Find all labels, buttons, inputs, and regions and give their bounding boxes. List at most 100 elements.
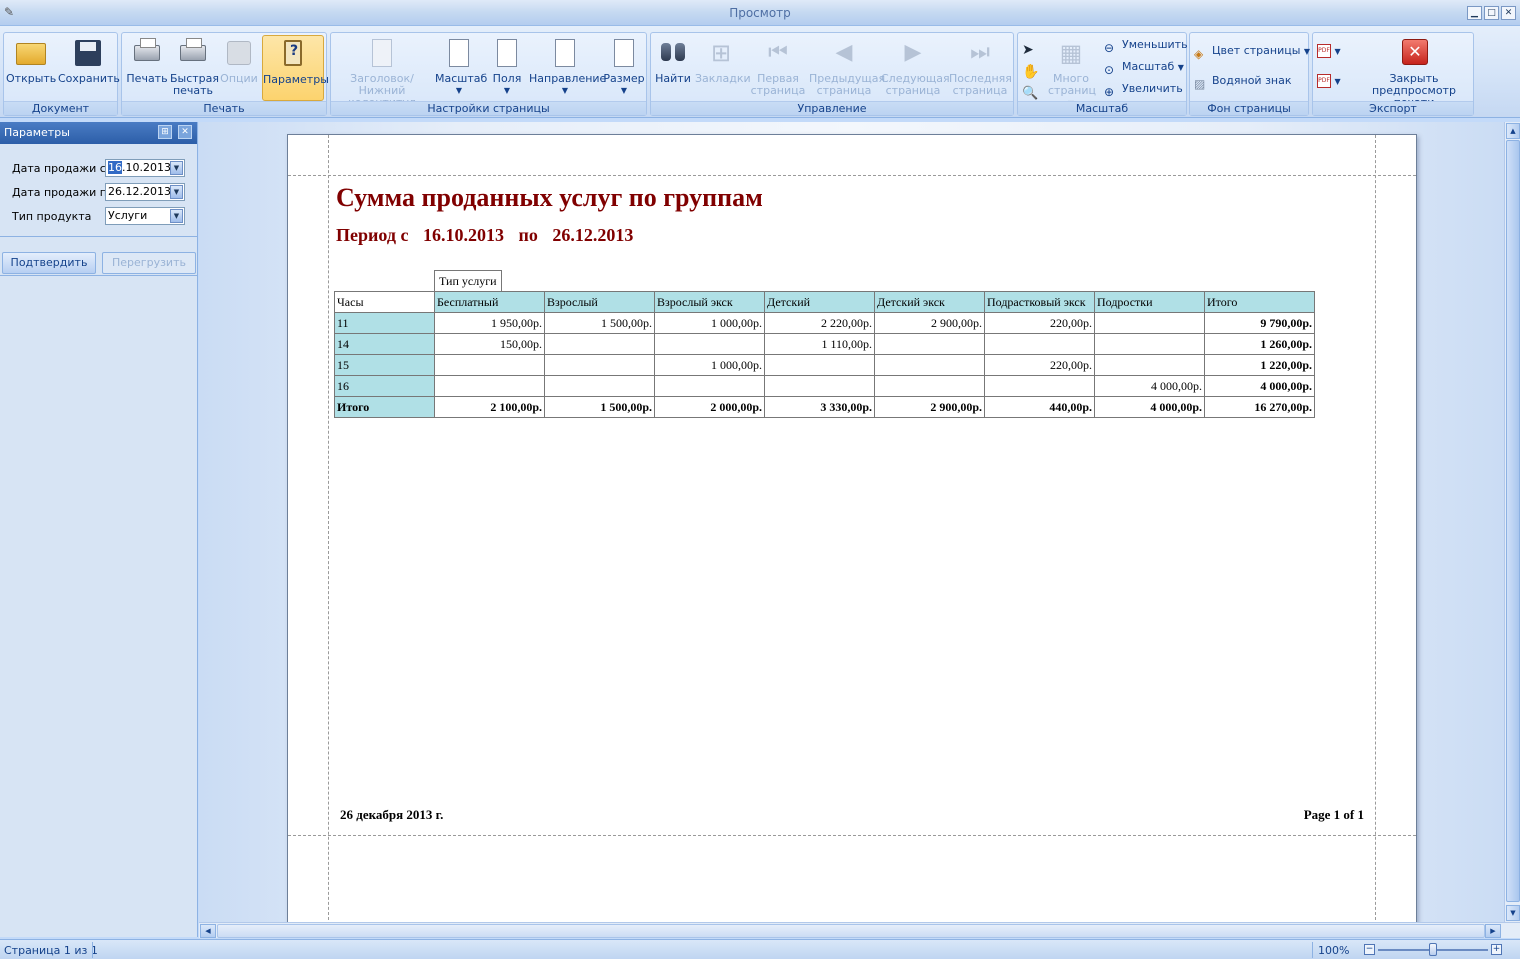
vertical-scroll-thumb[interactable] bbox=[1506, 140, 1520, 902]
table-cell: 220,00р. bbox=[984, 312, 1095, 334]
product-type-select[interactable]: Услуги ▼ bbox=[105, 207, 185, 225]
group-label-zoom: Масштаб bbox=[1018, 101, 1186, 115]
margin-guide-bottom bbox=[288, 835, 1416, 836]
status-divider bbox=[1312, 942, 1313, 958]
hand-icon: ✋ bbox=[1022, 64, 1040, 80]
column-header: Взрослый bbox=[544, 291, 655, 313]
date-to-label: Дата продажи по bbox=[12, 186, 114, 199]
close-preview-button[interactable]: ✕ Закрыть предпросмотр печати bbox=[1355, 35, 1473, 109]
scroll-left-icon[interactable]: ◀ bbox=[200, 924, 216, 938]
zoom-knob[interactable] bbox=[1429, 943, 1437, 956]
table-cell: 2 000,00р. bbox=[654, 396, 765, 418]
column-header: Детский экск bbox=[874, 291, 985, 313]
prev-page-button[interactable]: ◀ Предыдущая страница bbox=[809, 35, 885, 101]
table-cell: Итого bbox=[334, 396, 435, 418]
panel-divider bbox=[0, 236, 197, 237]
scroll-up-icon[interactable]: ▲ bbox=[1506, 123, 1520, 139]
date-from-dropdown-icon[interactable]: ▼ bbox=[170, 161, 183, 175]
first-page-button[interactable]: ⏮ Первая страница bbox=[749, 35, 807, 101]
column-header: Бесплатный bbox=[434, 291, 545, 313]
status-divider bbox=[92, 942, 93, 958]
horizontal-scroll-thumb[interactable] bbox=[217, 924, 1485, 938]
date-to-dropdown-icon[interactable]: ▼ bbox=[170, 185, 183, 199]
table-cell bbox=[874, 354, 985, 376]
export-pdf-button[interactable]: PDF ▼ bbox=[1317, 41, 1341, 61]
vertical-scrollbar[interactable]: ▲ ▼ bbox=[1504, 122, 1520, 922]
find-button[interactable]: Найти bbox=[653, 35, 693, 101]
pointer-tool[interactable]: ➤ bbox=[1022, 37, 1040, 58]
preview-area[interactable]: Сумма проданных услуг по группам Период … bbox=[199, 122, 1504, 922]
panel-divider bbox=[0, 275, 197, 276]
table-cell: 150,00р. bbox=[434, 333, 545, 355]
pin-icon[interactable]: ⊞ bbox=[158, 125, 172, 139]
table-cell: 16 bbox=[334, 375, 435, 397]
column-header: Часы bbox=[334, 291, 435, 313]
group-export: PDF ▼ PDF ▼ ✕ Закрыть предпросмотр печат… bbox=[1312, 32, 1474, 116]
chevron-down-icon: ▼ bbox=[620, 86, 628, 95]
scale-button[interactable]: Масштаб ▼ bbox=[435, 35, 487, 101]
zoom-dropdown[interactable]: ⊙ Масштаб ▼ bbox=[1104, 57, 1184, 77]
zoom-plus-icon[interactable]: + bbox=[1491, 944, 1502, 955]
clipboard-question-icon bbox=[284, 40, 302, 66]
close-icon[interactable]: ✕ bbox=[1501, 6, 1516, 20]
options-button[interactable]: Опции bbox=[218, 35, 260, 101]
table-cell: 2 900,00р. bbox=[874, 312, 985, 334]
table-cell: 11 bbox=[334, 312, 435, 334]
hand-tool[interactable]: ✋ bbox=[1022, 59, 1040, 80]
table-cell bbox=[544, 354, 655, 376]
column-header: Детский bbox=[764, 291, 875, 313]
table-cell: 2 220,00р. bbox=[764, 312, 875, 334]
table-cell: 15 bbox=[334, 354, 435, 376]
table-cell bbox=[544, 375, 655, 397]
printer-icon bbox=[134, 38, 160, 61]
table-cell bbox=[434, 375, 545, 397]
last-page-button[interactable]: ⏭ Последняя страница bbox=[949, 35, 1012, 101]
maximize-icon[interactable]: □ bbox=[1484, 6, 1499, 20]
header-footer-button[interactable]: Заголовок/Нижний колонтитул bbox=[331, 35, 433, 109]
open-button[interactable]: Открыть bbox=[6, 35, 56, 101]
date-from-field[interactable]: 16.10.2013 ▼ bbox=[105, 159, 185, 177]
table-cell: 2 900,00р. bbox=[874, 396, 985, 418]
table-cell: 2 100,00р. bbox=[434, 396, 545, 418]
zoom-slider[interactable]: − + bbox=[1364, 943, 1502, 956]
email-pdf-icon: PDF bbox=[1317, 74, 1331, 88]
horizontal-scrollbar[interactable]: ◀ ▶ bbox=[199, 922, 1520, 938]
magnifier-icon: 🔍 bbox=[1022, 86, 1039, 101]
print-button[interactable]: Печать bbox=[124, 35, 170, 101]
scroll-right-icon[interactable]: ▶ bbox=[1485, 924, 1501, 938]
magnifier-tool[interactable]: 🔍 bbox=[1022, 81, 1040, 101]
zoom-out-button[interactable]: ⊖ Уменьшить bbox=[1104, 35, 1188, 55]
many-pages-button[interactable]: ▦ Много страниц ▼ bbox=[1048, 35, 1096, 108]
close-panel-icon[interactable]: ✕ bbox=[178, 125, 192, 139]
reload-button[interactable]: Перегрузить bbox=[102, 252, 196, 274]
size-button[interactable]: Размер ▼ bbox=[603, 35, 645, 101]
table-cell: 9 790,00р. bbox=[1204, 312, 1315, 334]
save-button[interactable]: Сохранить bbox=[58, 35, 120, 101]
table-cell: 1 500,00р. bbox=[544, 312, 655, 334]
group-label-export: Экспорт bbox=[1313, 101, 1473, 115]
group-navigation: Найти ⊞ Закладки ⏮ Первая страница ◀ Пре… bbox=[650, 32, 1014, 116]
parameters-button[interactable]: Параметры bbox=[262, 35, 329, 101]
zoom-in-button[interactable]: ⊕ Увеличить bbox=[1104, 79, 1183, 99]
page-color-button[interactable]: ◈ Цвет страницы ▼ bbox=[1194, 41, 1310, 61]
margins-button[interactable]: Поля ▼ bbox=[485, 35, 529, 101]
bookmarks-button[interactable]: ⊞ Закладки bbox=[695, 35, 751, 101]
product-type-dropdown-icon[interactable]: ▼ bbox=[170, 209, 183, 223]
table-cell bbox=[1094, 312, 1205, 334]
send-pdf-button[interactable]: PDF ▼ bbox=[1317, 71, 1341, 91]
table-row: 16 4 000,00р. 4 000,00р. bbox=[334, 375, 1315, 397]
confirm-button[interactable]: Подтвердить bbox=[2, 252, 96, 274]
orientation-button[interactable]: Направление ▼ bbox=[529, 35, 606, 101]
group-page-background: ◈ Цвет страницы ▼ ▨ Водяной знак Фон стран… bbox=[1189, 32, 1310, 116]
table-cell bbox=[874, 333, 985, 355]
table-cell bbox=[984, 333, 1095, 355]
date-to-field[interactable]: 26.12.2013 ▼ bbox=[105, 183, 185, 201]
minimize-icon[interactable]: ▁ bbox=[1467, 6, 1482, 20]
watermark-button[interactable]: ▨ Водяной знак bbox=[1194, 71, 1292, 91]
next-page-button[interactable]: ▶ Следующая страница bbox=[881, 35, 950, 101]
table-cell: 4 000,00р. bbox=[1094, 375, 1205, 397]
quick-print-button[interactable]: Быстрая печать bbox=[170, 35, 219, 101]
binoculars-icon bbox=[661, 43, 685, 61]
zoom-minus-icon[interactable]: − bbox=[1364, 944, 1375, 955]
scroll-down-icon[interactable]: ▼ bbox=[1506, 905, 1520, 921]
